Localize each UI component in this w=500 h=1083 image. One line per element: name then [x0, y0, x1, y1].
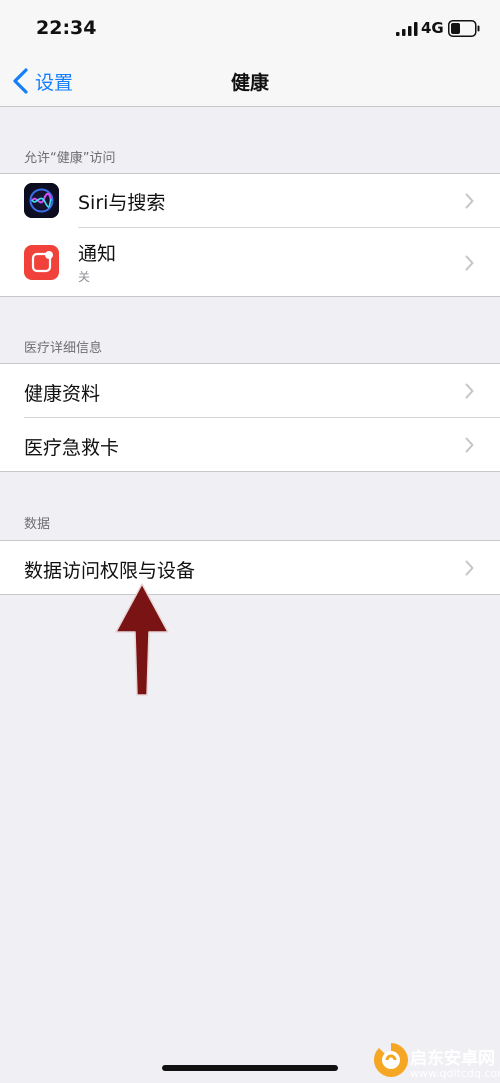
watermark: 启东安卓网 www.qdltcdq.com — [362, 1038, 500, 1083]
row-label: 健康资料 — [24, 383, 101, 405]
row-label: Siri与搜索 — [78, 192, 166, 214]
watermark-logo-icon — [374, 1043, 408, 1077]
status-bar: 22:34 4G — [0, 0, 500, 58]
battery-icon — [448, 20, 480, 37]
chevron-right-icon — [465, 437, 474, 453]
access-group: Siri与搜索 通知 关 — [0, 173, 500, 297]
navigation-bar: 设置 健康 — [0, 58, 500, 107]
home-indicator[interactable] — [162, 1065, 338, 1071]
notification-icon — [24, 245, 59, 280]
annotation-arrow-icon — [115, 583, 169, 696]
cellular-signal-icon — [396, 22, 418, 36]
row-label: 医疗急救卡 — [24, 437, 120, 459]
section-header-medical: 医疗详细信息 — [24, 341, 103, 356]
settings-screen: 22:34 4G 设置 健康 允许“健康”访问 Siri与搜索 通知 关 医疗详… — [0, 0, 500, 1083]
row-label: 数据访问权限与设备 — [24, 560, 196, 582]
page-title: 健康 — [230, 72, 269, 94]
row-label: 通知 — [78, 243, 117, 265]
row-data-access-devices[interactable]: 数据访问权限与设备 — [0, 541, 500, 594]
chevron-right-icon — [465, 383, 474, 399]
network-type: 4G — [421, 19, 444, 37]
row-sublabel: 关 — [78, 270, 91, 284]
chevron-right-icon — [465, 193, 474, 209]
row-medical-id[interactable]: 医疗急救卡 — [0, 418, 500, 471]
chevron-right-icon — [465, 560, 474, 576]
chevron-right-icon — [465, 255, 474, 271]
row-health-profile[interactable]: 健康资料 — [0, 364, 500, 417]
row-notifications[interactable]: 通知 关 — [0, 228, 500, 296]
section-header-access: 允许“健康”访问 — [24, 151, 116, 166]
section-header-data: 数据 — [24, 517, 51, 532]
watermark-title: 启东安卓网 — [410, 1049, 495, 1069]
watermark-url: www.qdltcdq.com — [410, 1067, 500, 1080]
status-time: 22:34 — [36, 17, 97, 39]
row-siri-search[interactable]: Siri与搜索 — [0, 174, 500, 227]
siri-orb-icon — [24, 183, 59, 218]
medical-group: 健康资料 医疗急救卡 — [0, 363, 500, 472]
data-group: 数据访问权限与设备 — [0, 540, 500, 595]
siri-icon — [24, 183, 59, 218]
